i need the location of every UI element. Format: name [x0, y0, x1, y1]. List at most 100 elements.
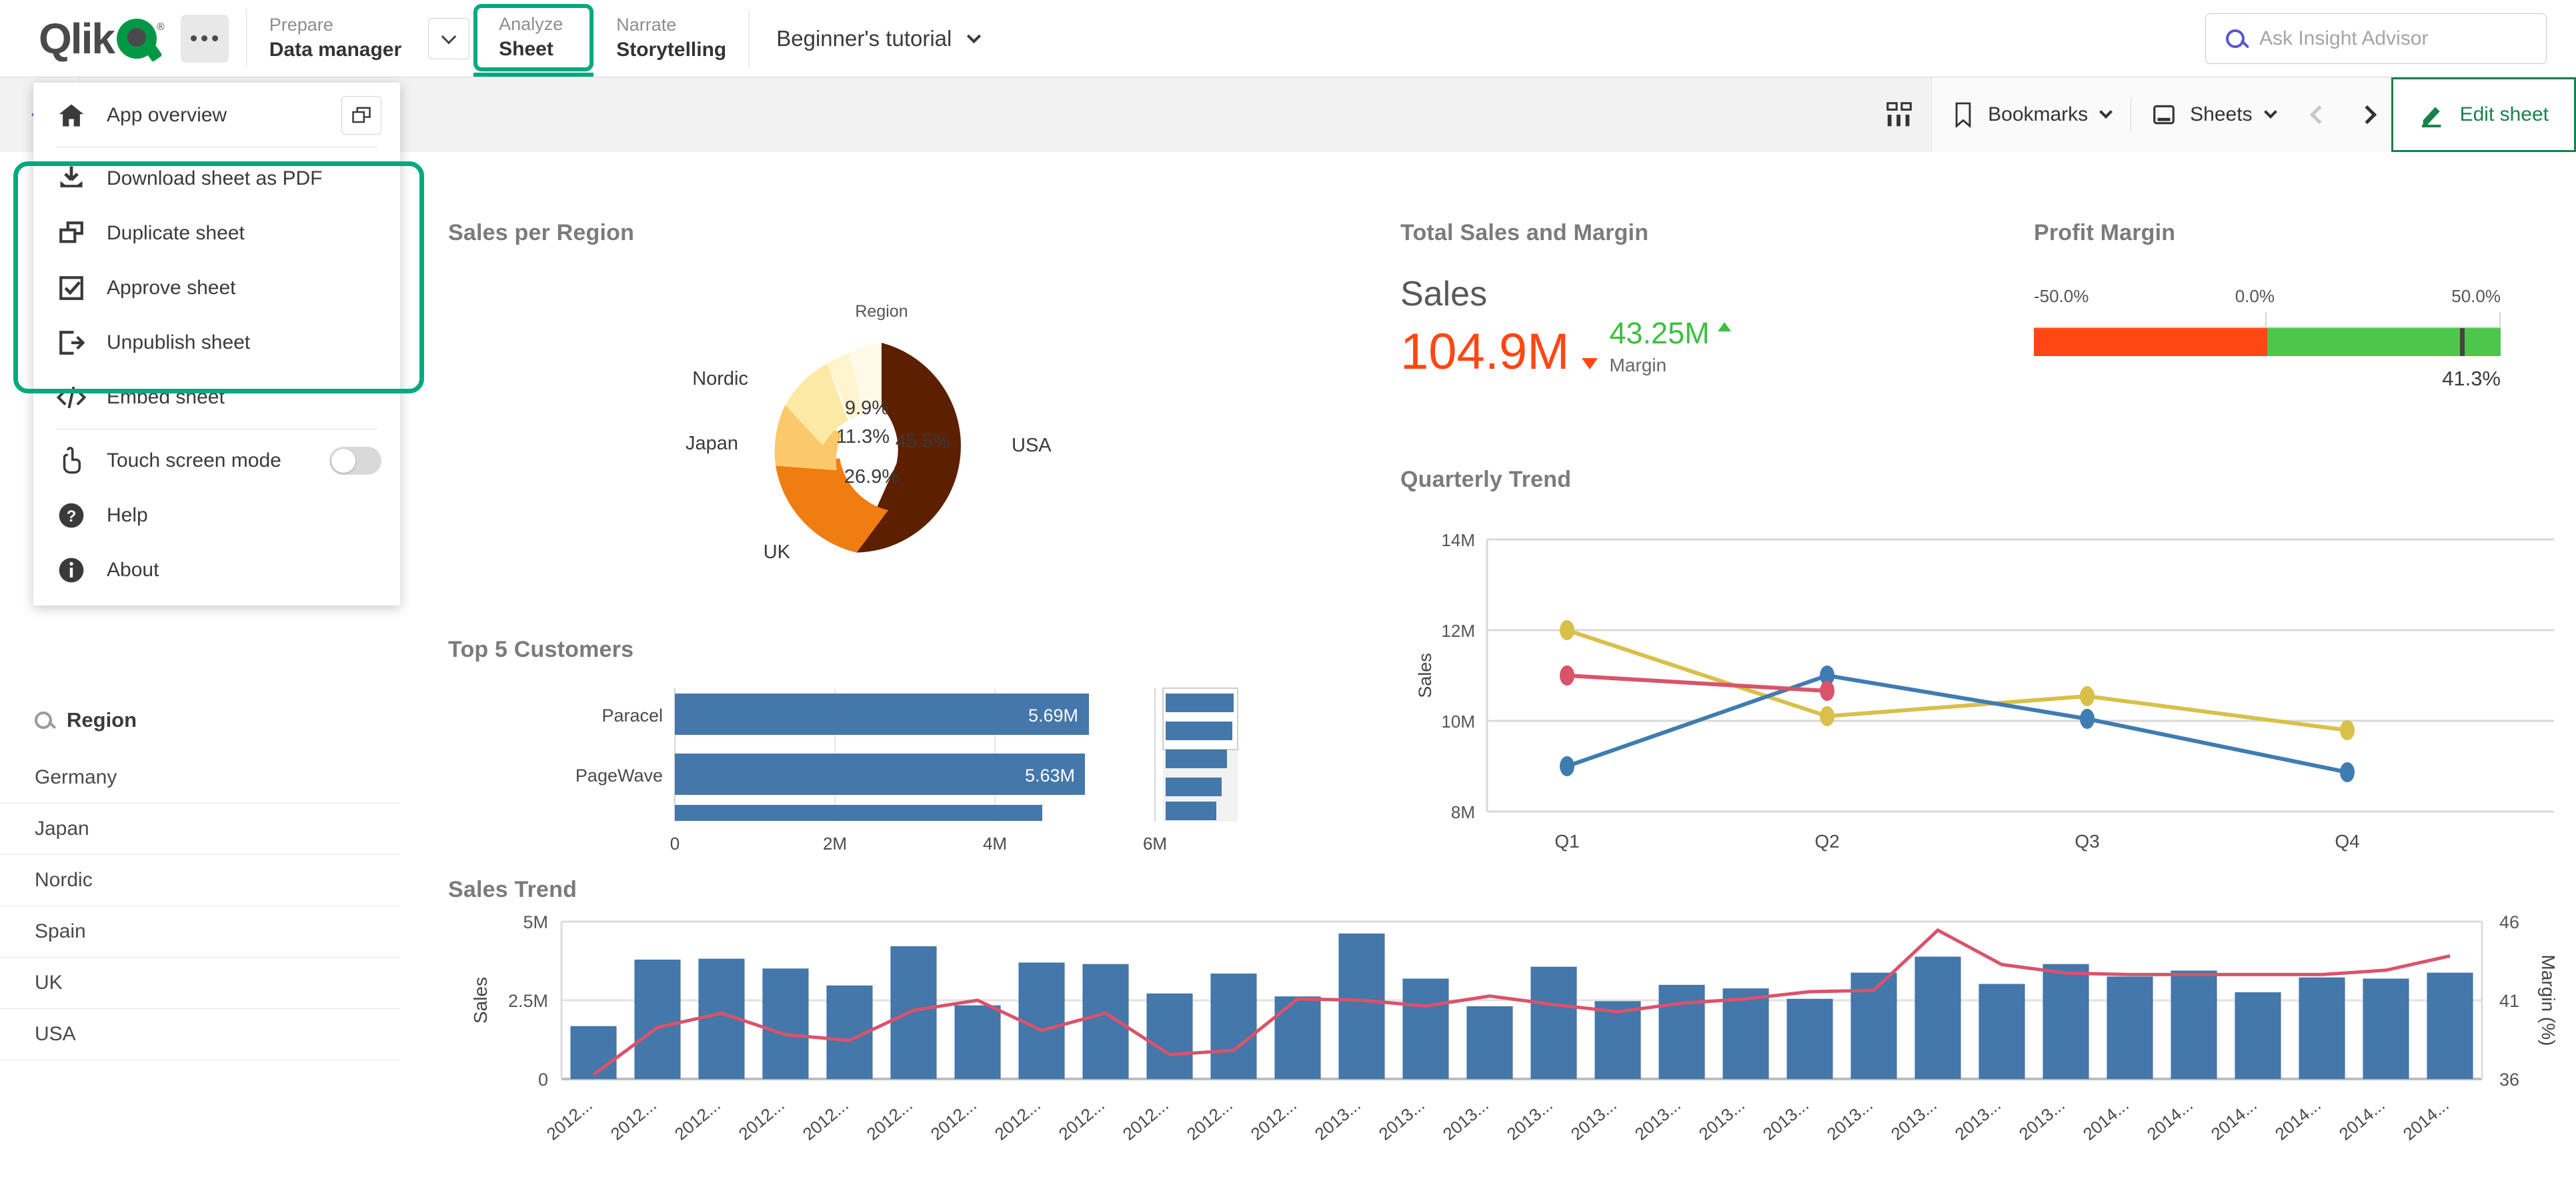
filter-pane-header[interactable]: Region [0, 694, 400, 752]
sheet-icon [2153, 105, 2175, 124]
xtick-1: 2M [823, 834, 847, 854]
trend-y-ticks: 5M 2.5M 0 Sales [470, 912, 548, 1090]
touch-screen-mode-toggle[interactable] [329, 447, 381, 475]
gauge-needle [2460, 328, 2465, 356]
bar-28[interactable] [2363, 978, 2409, 1079]
menu-item-about[interactable]: About [33, 543, 400, 598]
list-item[interactable]: USA [0, 1009, 400, 1060]
bar-29[interactable] [2427, 972, 2473, 1079]
bookmarks-label: Bookmarks [1988, 103, 2089, 125]
trend-up-icon [1717, 322, 1731, 331]
ytick-0: 0 [538, 1070, 548, 1090]
xtick-26: 2014... [2207, 1095, 2261, 1144]
bar-19[interactable] [1786, 998, 1833, 1079]
menu-label: Unpublish sheet [107, 331, 251, 353]
sheet-grid-icon[interactable] [1867, 77, 1932, 152]
chart-quarterly-trend[interactable]: Quarterly Trend 14M 12M 10M 8M Sales Q1 … [1400, 467, 2561, 867]
trend-bars[interactable] [570, 933, 2473, 1079]
sheet-toggle-icon[interactable] [341, 96, 381, 135]
search-icon[interactable] [35, 712, 52, 729]
bar-27[interactable] [2299, 977, 2345, 1079]
bar-1[interactable] [634, 959, 681, 1079]
menu-item-download-pdf[interactable]: Download sheet as PDF [33, 151, 400, 206]
menu-item-approve-sheet[interactable]: Approve sheet [33, 261, 400, 315]
bar-25[interactable] [2171, 970, 2217, 1079]
bookmarks-button[interactable]: Bookmarks [1932, 77, 2131, 152]
ellipsis-icon[interactable] [180, 14, 229, 63]
line-series-blue[interactable] [1566, 673, 2348, 774]
bar-pagewave[interactable] [675, 754, 1085, 795]
menu-item-unpublish-sheet[interactable]: Unpublish sheet [33, 315, 400, 370]
list-item[interactable]: Germany [0, 752, 400, 804]
edit-sheet-button[interactable]: Edit sheet [2391, 77, 2576, 152]
line-series-yellow[interactable] [1566, 628, 2348, 732]
bar-17[interactable] [1658, 984, 1705, 1079]
menu-item-help[interactable]: ? Help [33, 488, 400, 543]
gauge-max-label: 50.0% [2451, 286, 2501, 306]
bar-13[interactable] [1402, 978, 1449, 1079]
chart-scroll-minimap[interactable] [1162, 688, 1238, 822]
ytick-14m: 14M [1441, 530, 1475, 550]
bar-18[interactable] [1722, 988, 1769, 1079]
search-placeholder: Ask Insight Advisor [2259, 27, 2429, 49]
list-item[interactable]: Nordic [0, 855, 400, 906]
chart-sales-per-region[interactable]: Sales per Region Region 9.9% 11.3% 45.5%… [448, 220, 1315, 627]
nav-narrate[interactable]: Narrate Storytelling [593, 0, 749, 77]
search-input[interactable]: Ask Insight Advisor [2205, 13, 2547, 64]
bar-15[interactable] [1530, 966, 1577, 1079]
kpi-total-sales-and-margin[interactable]: Total Sales and Margin Sales 104.9M 43.2… [1400, 220, 1987, 433]
chart-top-5-customers[interactable]: Top 5 Customers Paracel PageWave 5.69M 5… [448, 637, 1315, 870]
line-chart-svg: 14M 12M 10M 8M Sales Q1 Q2 Q3 Q4 [1415, 530, 2554, 852]
bar-9[interactable] [1146, 993, 1193, 1079]
gauge-min-label: -50.0% [2034, 286, 2089, 306]
bar-0[interactable] [570, 1026, 617, 1079]
bar-10[interactable] [1210, 973, 1257, 1079]
xtick-4: 2012... [799, 1095, 852, 1144]
toolbar-buttons: Bookmarks Sheets [1931, 77, 2391, 152]
gauge-axis [2034, 311, 2501, 328]
menu-label: Approve sheet [107, 277, 236, 299]
home-icon [56, 101, 87, 130]
list-item[interactable]: Spain [0, 906, 400, 958]
chevron-down-icon [2099, 105, 2113, 119]
checkbox-check-icon [56, 274, 87, 302]
bar-14[interactable] [1466, 1006, 1513, 1079]
bar-22[interactable] [1979, 984, 2025, 1079]
menu-item-touch-screen-mode[interactable]: Touch screen mode [33, 433, 400, 488]
bar-8[interactable] [1082, 964, 1129, 1079]
bar-third[interactable] [675, 805, 1042, 821]
bar-24[interactable] [2107, 976, 2153, 1079]
bar-5[interactable] [890, 946, 937, 1079]
bar-6[interactable] [954, 1005, 1001, 1079]
sheets-button[interactable]: Sheets [2131, 77, 2295, 152]
chevron-right-icon [2357, 105, 2377, 124]
list-item[interactable]: UK [0, 958, 400, 1009]
previous-sheet-button[interactable] [2295, 105, 2343, 124]
bar-7[interactable] [1018, 962, 1065, 1079]
donut-label-usa-pct: 45.5% [896, 431, 950, 452]
nav-prepare[interactable]: Prepare Data manager [247, 0, 424, 77]
bar-26[interactable] [2235, 992, 2281, 1079]
menu-item-duplicate-sheet[interactable]: Duplicate sheet [33, 206, 400, 261]
bar-12[interactable] [1338, 933, 1385, 1079]
nav-dropdown-button[interactable] [428, 17, 470, 59]
line-series-red[interactable] [1566, 674, 1828, 693]
bar-11[interactable] [1274, 996, 1321, 1079]
menu-item-embed-sheet[interactable]: Embed sheet [33, 370, 400, 425]
bar-23[interactable] [2043, 964, 2089, 1079]
bar-3[interactable] [762, 968, 809, 1079]
nav-analyze[interactable]: Analyze Sheet [473, 4, 594, 77]
next-sheet-button[interactable] [2343, 105, 2391, 124]
list-item[interactable]: Japan [0, 804, 400, 855]
app-title-dropdown[interactable]: Beginner's tutorial [750, 0, 1006, 77]
chart-sales-trend[interactable]: Sales Trend 5M 2.5M 0 Sales 46 41 36 Mar… [448, 877, 2559, 1187]
menu-item-app-overview[interactable]: App overview [33, 88, 400, 143]
kpi-values-row: 104.9M 43.25M Margin [1400, 318, 1987, 377]
chart-profit-margin[interactable]: Profit Margin -50.0% 0.0% 50.0% 41.3% [2034, 220, 2501, 433]
qlik-logo[interactable]: Qlik ® [39, 17, 165, 60]
ytick-5m: 5M [523, 912, 548, 932]
bar-paracel[interactable] [675, 694, 1089, 735]
ytick-8m: 8M [1451, 802, 1475, 822]
registered-mark: ® [156, 21, 165, 33]
bar-21[interactable] [1914, 956, 1961, 1079]
